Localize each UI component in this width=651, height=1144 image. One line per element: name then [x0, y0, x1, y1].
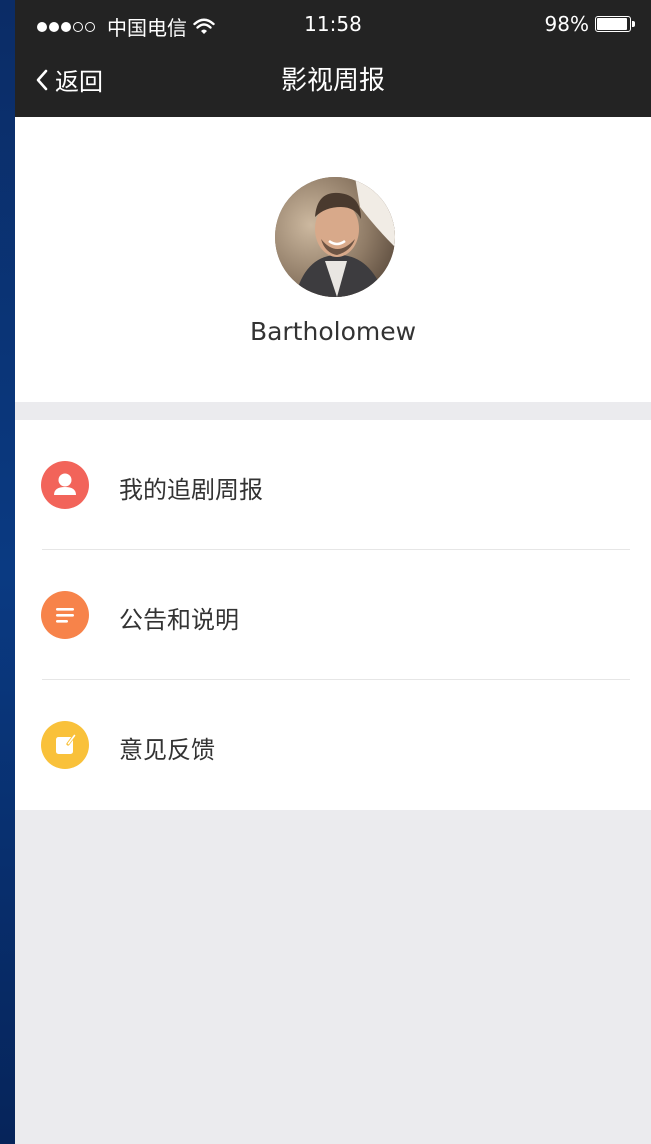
menu-item-label: 意见反馈 — [119, 736, 215, 764]
status-right: 98% — [544, 12, 635, 36]
battery-percent: 98% — [544, 12, 589, 36]
menu-list: 我的追剧周报 公告和说明 意见反馈 — [15, 420, 651, 810]
nav-bar: 返回 影视周报 — [15, 50, 651, 106]
menu-item-notice[interactable]: 公告和说明 — [15, 550, 651, 680]
avatar-image — [275, 177, 395, 297]
top-bar: 中国电信 11:58 98% 返回 影视周报 — [15, 0, 651, 117]
battery-level — [597, 18, 628, 30]
menu-item-label: 公告和说明 — [119, 606, 239, 634]
user-icon — [41, 461, 89, 509]
menu-item-label: 我的追剧周报 — [119, 476, 263, 504]
page-title: 影视周报 — [280, 66, 385, 96]
battery-icon — [595, 16, 635, 32]
menu-item-feedback[interactable]: 意见反馈 — [15, 680, 651, 810]
avatar[interactable] — [275, 177, 395, 297]
feedback-icon — [41, 721, 89, 769]
username: Bartholomew — [249, 317, 417, 346]
profile-section: Bartholomew — [15, 117, 651, 402]
status-bar: 中国电信 11:58 98% — [15, 8, 651, 44]
menu-item-weekly-report[interactable]: 我的追剧周报 — [15, 420, 651, 550]
notice-icon — [41, 591, 89, 639]
phone-screen: 中国电信 11:58 98% 返回 影视周报 Bartholomew 我的追剧周… — [15, 0, 651, 1144]
